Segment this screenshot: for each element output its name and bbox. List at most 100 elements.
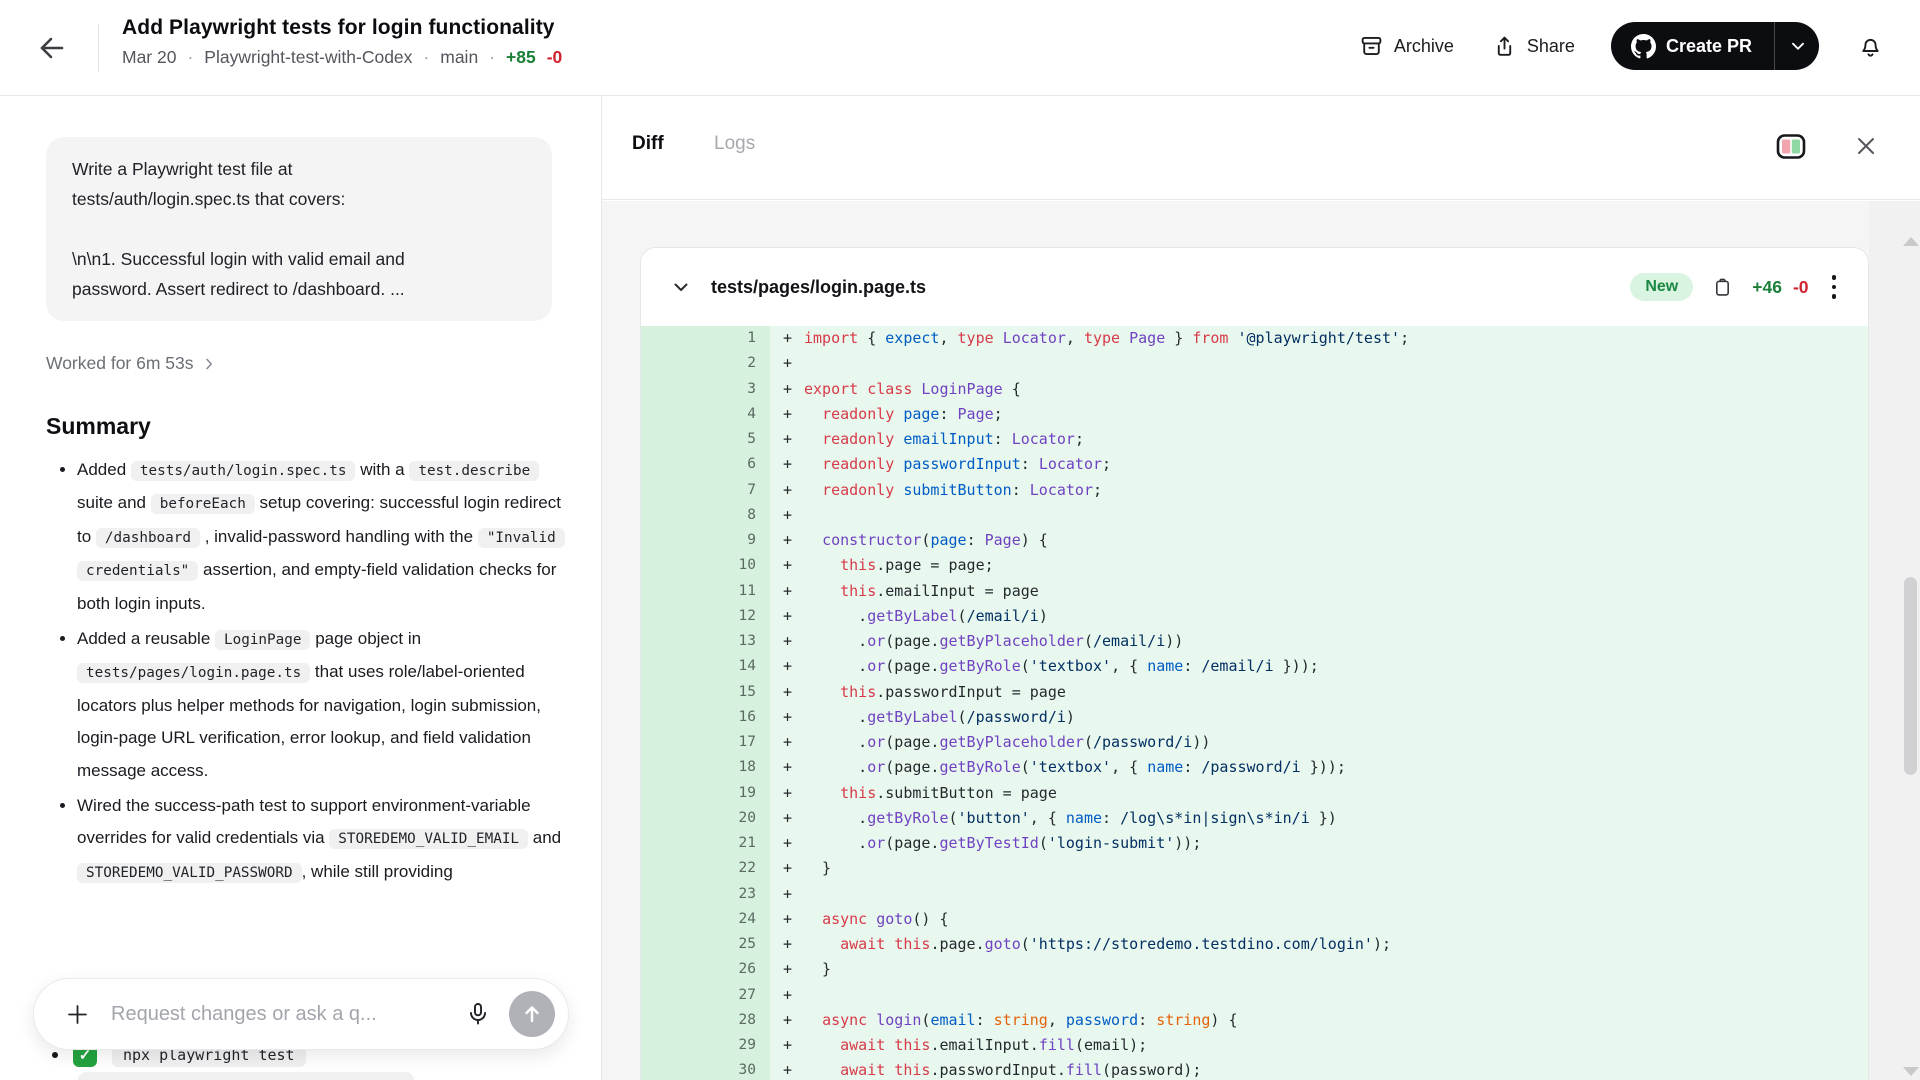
diff-line: 9+ constructor(page: Page) {: [641, 528, 1868, 553]
collapse-file-button[interactable]: [665, 271, 697, 303]
line-number: 30: [641, 1058, 770, 1080]
code-content: readonly emailInput: Locator;: [804, 427, 1084, 452]
diff-add-sign: +: [770, 503, 804, 528]
line-number: 11: [641, 579, 770, 604]
diff-add-sign: +: [770, 831, 804, 856]
line-number: 20: [641, 806, 770, 831]
partial-code-chip: [78, 1072, 414, 1080]
new-file-badge: New: [1630, 273, 1693, 301]
code-content: this.submitButton = page: [804, 781, 1057, 806]
tab-diff[interactable]: Diff: [628, 131, 668, 157]
diff-add-sign: +: [770, 452, 804, 477]
diff-line: 6+ readonly passwordInput: Locator;: [641, 452, 1868, 477]
diff-add-sign: +: [770, 427, 804, 452]
notifications-button[interactable]: [1853, 29, 1888, 64]
code-content: this.emailInput = page: [804, 579, 1039, 604]
back-button[interactable]: [30, 26, 74, 70]
inline-code: LoginPage: [215, 630, 310, 650]
line-number: 23: [641, 882, 770, 907]
line-number: 22: [641, 856, 770, 881]
diff-view-toggle-button[interactable]: [1774, 131, 1808, 162]
user-prompt-card: Write a Playwright test file attests/aut…: [46, 137, 552, 321]
diff-add-sign: +: [770, 1033, 804, 1058]
diff-line: 22+ }: [641, 856, 1868, 881]
line-number: 4: [641, 402, 770, 427]
diff-add-sign: +: [770, 755, 804, 780]
diff-add-sign: +: [770, 351, 804, 376]
line-number: 15: [641, 680, 770, 705]
diff-line: 18+ .or(page.getByRole('textbox', { name…: [641, 755, 1868, 780]
send-button[interactable]: [509, 991, 555, 1037]
code-content: }: [804, 856, 831, 881]
inline-code: STOREDEMO_VALID_PASSWORD: [77, 863, 302, 883]
diff-line: 3+export class LoginPage {: [641, 377, 1868, 402]
line-number: 8: [641, 503, 770, 528]
code-content: export class LoginPage {: [804, 377, 1021, 402]
scrollbar-track[interactable]: [1869, 201, 1920, 1080]
file-menu-button[interactable]: [1826, 271, 1843, 303]
composer-input[interactable]: [109, 1002, 447, 1027]
close-icon: [1852, 132, 1880, 160]
code-content: .or(page.getByRole('textbox', { name: /p…: [804, 755, 1346, 780]
code-content: constructor(page: Page) {: [804, 528, 1048, 553]
scrollbar-down-arrow[interactable]: [1903, 1067, 1919, 1076]
archive-button[interactable]: Archive: [1357, 30, 1456, 63]
worked-for-toggle[interactable]: Worked for 6m 53s: [46, 353, 218, 374]
attach-button[interactable]: [60, 997, 95, 1032]
create-pr-button[interactable]: Create PR: [1611, 22, 1774, 70]
close-panel-button[interactable]: [1850, 130, 1882, 162]
diff-line: 10+ this.page = page;: [641, 553, 1868, 578]
scrollbar-thumb[interactable]: [1904, 577, 1917, 775]
create-pr-options-button[interactable]: [1775, 22, 1819, 70]
code-content: async login(email: string, password: str…: [804, 1008, 1238, 1033]
code-content: .getByLabel(/password/i): [804, 705, 1075, 730]
github-icon: [1631, 34, 1656, 59]
line-number: 16: [641, 705, 770, 730]
diff-add-sign: +: [770, 528, 804, 553]
diff-add-sign: +: [770, 806, 804, 831]
prompt-line: password. Assert redirect to /dashboard.…: [72, 274, 526, 304]
line-number: 27: [641, 983, 770, 1008]
prompt-line: tests/auth/login.spec.ts that covers:: [72, 184, 526, 214]
diff-add-sign: +: [770, 932, 804, 957]
diff-line: 17+ .or(page.getByPlaceholder(/password/…: [641, 730, 1868, 755]
dictate-button[interactable]: [461, 997, 495, 1031]
code-content: .or(page.getByTestId('login-submit'));: [804, 831, 1201, 856]
prompt-line: [72, 214, 526, 244]
line-number: 25: [641, 932, 770, 957]
bell-icon: [1857, 33, 1884, 60]
scrollbar-up-arrow[interactable]: [1903, 237, 1919, 246]
diff-line: 1+import { expect, type Locator, type Pa…: [641, 326, 1868, 351]
line-number: 17: [641, 730, 770, 755]
code-content: readonly passwordInput: Locator;: [804, 452, 1111, 477]
arrow-up-icon: [520, 1002, 544, 1026]
diff-line: 8+: [641, 503, 1868, 528]
diff-code: 1+import { expect, type Locator, type Pa…: [641, 326, 1868, 1080]
diff-add-sign: +: [770, 553, 804, 578]
diff-line: 12+ .getByLabel(/email/i): [641, 604, 1868, 629]
diff-line: 19+ this.submitButton = page: [641, 781, 1868, 806]
share-button[interactable]: Share: [1490, 30, 1577, 63]
line-number: 21: [641, 831, 770, 856]
additions-count: +85: [506, 47, 536, 68]
diff-add-sign: +: [770, 654, 804, 679]
diff-add-sign: +: [770, 377, 804, 402]
line-number: 13: [641, 629, 770, 654]
diff-scroll-area[interactable]: tests/pages/login.page.ts New +46: [602, 201, 1920, 1080]
diff-add-sign: +: [770, 629, 804, 654]
copy-file-button[interactable]: [1710, 275, 1735, 300]
tab-logs[interactable]: Logs: [710, 131, 759, 157]
code-content: .getByLabel(/email/i): [804, 604, 1048, 629]
line-number: 1: [641, 326, 770, 351]
chevron-down-icon: [1787, 35, 1809, 57]
line-number: 14: [641, 654, 770, 679]
line-number: 29: [641, 1033, 770, 1058]
diff-line: 5+ readonly emailInput: Locator;: [641, 427, 1868, 452]
inline-code: tests/pages/login.page.ts: [77, 663, 310, 683]
task-meta: Mar 20 · Playwright-test-with-Codex · ma…: [122, 47, 562, 68]
diff-add-sign: +: [770, 1058, 804, 1080]
chevron-right-icon: [200, 355, 218, 373]
diff-add-sign: +: [770, 402, 804, 427]
diff-line: 21+ .or(page.getByTestId('login-submit')…: [641, 831, 1868, 856]
code-content: this.passwordInput = page: [804, 680, 1066, 705]
